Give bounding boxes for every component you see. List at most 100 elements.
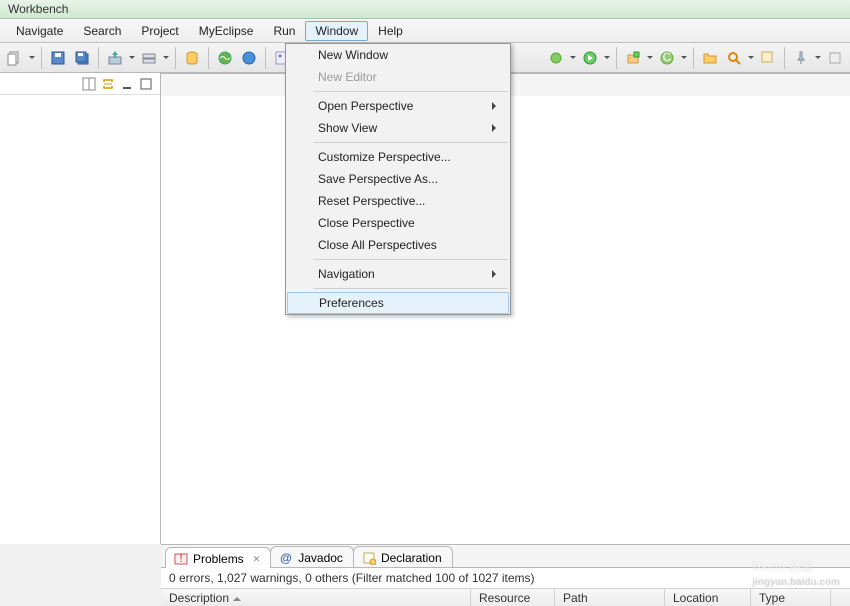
menu-separator <box>314 288 508 289</box>
submenu-arrow-icon <box>492 124 500 132</box>
menu-item-label: Close Perspective <box>318 216 415 230</box>
svg-text:C: C <box>663 50 672 64</box>
side-panel-toolbar <box>0 73 160 95</box>
menu-project[interactable]: Project <box>131 21 188 41</box>
separator <box>265 47 266 69</box>
dropdown-arrow-icon[interactable] <box>28 47 36 69</box>
new-icon[interactable] <box>4 47 26 69</box>
dropdown-arrow-icon[interactable] <box>680 47 688 69</box>
menu-item-open-perspective[interactable]: Open Perspective <box>286 95 510 117</box>
server-icon[interactable] <box>138 47 160 69</box>
save-icon[interactable] <box>47 47 69 69</box>
globe-icon[interactable] <box>214 47 236 69</box>
menu-search[interactable]: Search <box>73 21 131 41</box>
separator <box>175 47 176 69</box>
menu-item-label: Preferences <box>319 296 384 310</box>
tool2-icon[interactable] <box>824 47 846 69</box>
column-location[interactable]: Location <box>665 589 751 606</box>
db-icon[interactable] <box>181 47 203 69</box>
dropdown-arrow-icon[interactable] <box>569 47 577 69</box>
problems-icon: ! <box>174 552 188 566</box>
menu-item-label: Save Perspective As... <box>318 172 438 186</box>
menu-item-customize-perspective[interactable]: Customize Perspective... <box>286 146 510 168</box>
bottom-tabs: !Problems✕@Javadoc Declaration <box>161 545 850 568</box>
column-label: Resource <box>479 591 530 605</box>
menu-separator <box>314 91 508 92</box>
column-resource[interactable]: Resource <box>471 589 555 606</box>
menu-bar: NavigateSearchProjectMyEclipseRunWindowH… <box>0 19 850 43</box>
tab-label: Declaration <box>381 551 442 565</box>
submenu-arrow-icon <box>492 102 500 110</box>
dropdown-arrow-icon[interactable] <box>162 47 170 69</box>
run-icon[interactable] <box>579 47 601 69</box>
window-menu-dropdown: New Window New Editor Open Perspective Show… <box>285 43 511 315</box>
menu-item-close-perspective[interactable]: Close Perspective <box>286 212 510 234</box>
title-bar: Workbench <box>0 0 850 19</box>
new-package-icon[interactable] <box>622 47 644 69</box>
search-icon[interactable] <box>723 47 745 69</box>
collapse-icon[interactable] <box>81 76 97 92</box>
close-icon[interactable]: ✕ <box>253 554 261 565</box>
svg-text:@: @ <box>280 551 292 565</box>
problems-columns: Description Resource Path Location Type <box>161 588 850 606</box>
side-panel <box>0 73 161 544</box>
new-class-icon[interactable]: C <box>656 47 678 69</box>
tab-problems[interactable]: !Problems✕ <box>165 547 271 568</box>
separator <box>208 47 209 69</box>
ext-tools-icon[interactable] <box>757 47 779 69</box>
dropdown-arrow-icon[interactable] <box>814 47 822 69</box>
menu-item-show-view[interactable]: Show View <box>286 117 510 139</box>
declaration-icon <box>362 551 376 565</box>
deploy-icon[interactable] <box>104 47 126 69</box>
column-label: Location <box>673 591 718 605</box>
separator <box>41 47 42 69</box>
minimize-icon[interactable] <box>119 76 135 92</box>
dropdown-arrow-icon[interactable] <box>747 47 755 69</box>
separator <box>616 47 617 69</box>
maximize-icon[interactable] <box>138 76 154 92</box>
menu-item-reset-perspective[interactable]: Reset Perspective... <box>286 190 510 212</box>
menu-item-label: Open Perspective <box>318 99 413 113</box>
column-label: Path <box>563 591 588 605</box>
bottom-panel: !Problems✕@JavadocDeclaration 0 errors, … <box>161 544 850 606</box>
menu-item-save-perspective-as[interactable]: Save Perspective As... <box>286 168 510 190</box>
menu-item-label: New Window <box>318 48 388 62</box>
save-all-icon[interactable] <box>71 47 93 69</box>
menu-separator <box>314 259 508 260</box>
sort-asc-icon <box>233 593 241 601</box>
menu-item-preferences[interactable]: Preferences <box>287 292 509 314</box>
menu-item-new-window[interactable]: New Window <box>286 44 510 66</box>
separator <box>784 47 785 69</box>
column-path[interactable]: Path <box>555 589 665 606</box>
open-folder-icon[interactable] <box>699 47 721 69</box>
pin-icon[interactable] <box>790 47 812 69</box>
menu-run[interactable]: Run <box>263 21 305 41</box>
menu-item-label: Show View <box>318 121 377 135</box>
link-icon[interactable] <box>100 76 116 92</box>
dropdown-arrow-icon[interactable] <box>646 47 654 69</box>
debug-icon[interactable] <box>545 47 567 69</box>
submenu-arrow-icon <box>492 270 500 278</box>
browser-icon[interactable] <box>238 47 260 69</box>
dropdown-arrow-icon[interactable] <box>128 47 136 69</box>
separator <box>693 47 694 69</box>
menu-help[interactable]: Help <box>368 21 413 41</box>
menu-item-navigation[interactable]: Navigation <box>286 263 510 285</box>
column-label: Description <box>169 591 229 605</box>
menu-item-label: Close All Perspectives <box>318 238 437 252</box>
javadoc-icon: @ <box>279 551 293 565</box>
dropdown-arrow-icon[interactable] <box>603 47 611 69</box>
app-title: Workbench <box>8 2 68 16</box>
column-type[interactable]: Type <box>751 589 831 606</box>
column-description[interactable]: Description <box>161 589 471 606</box>
menu-item-new-editor: New Editor <box>286 66 510 88</box>
menu-myeclipse[interactable]: MyEclipse <box>189 21 264 41</box>
svg-text:!: ! <box>179 552 182 565</box>
menu-item-label: Navigation <box>318 267 375 281</box>
menu-item-close-all-perspectives[interactable]: Close All Perspectives <box>286 234 510 256</box>
tab-javadoc[interactable]: @Javadoc <box>270 546 354 567</box>
tab-declaration[interactable]: Declaration <box>353 546 453 567</box>
menu-item-label: Reset Perspective... <box>318 194 425 208</box>
menu-window[interactable]: Window <box>305 21 368 41</box>
menu-navigate[interactable]: Navigate <box>6 21 73 41</box>
